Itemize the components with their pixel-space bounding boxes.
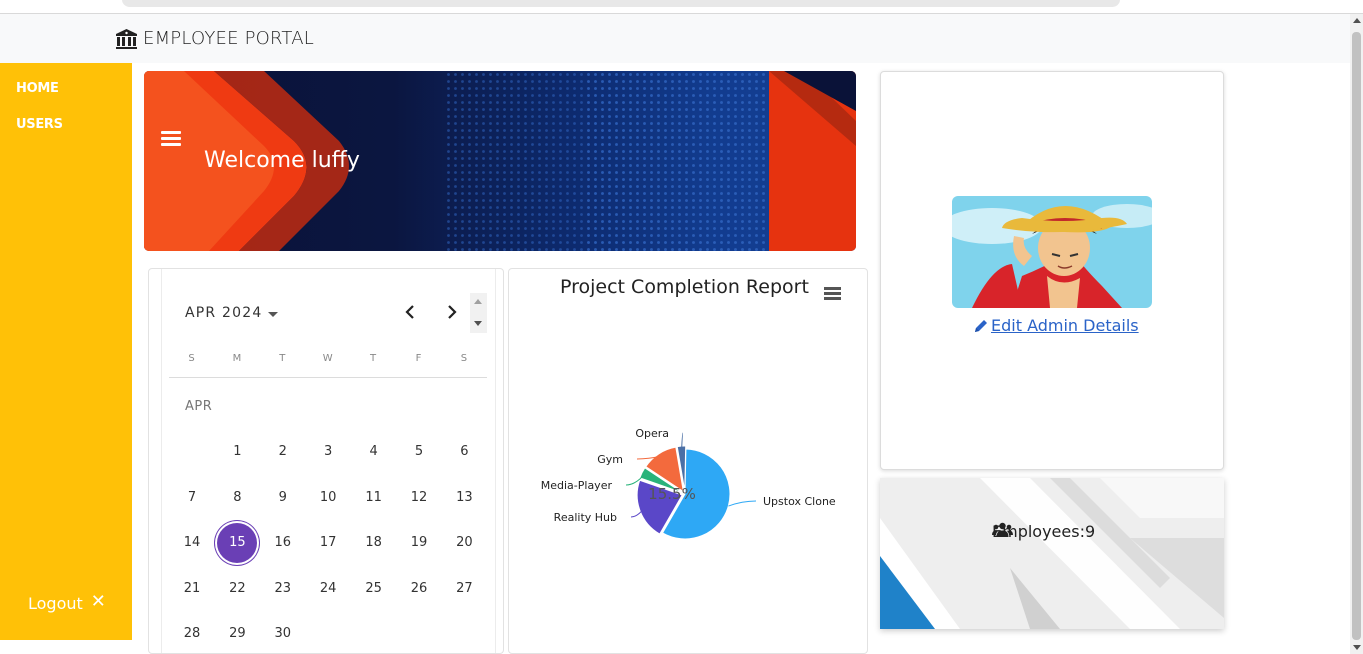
calendar-day[interactable]: 25 <box>354 569 394 609</box>
admin-card: Edit Admin Details <box>880 71 1224 470</box>
page-scrollbar[interactable] <box>1350 14 1363 654</box>
calendar-day[interactable]: 13 <box>444 478 484 518</box>
logout-label: Logout <box>28 594 83 613</box>
users-icon <box>992 522 1013 537</box>
calendar-card: APR 2024 SMTWTFS APR 1 2 3 4 5 6 7 8 9 10 11 12 13 14… <box>148 268 504 654</box>
calendar-day[interactable]: 4 <box>354 432 394 472</box>
month-label: APR 2024 <box>185 305 263 321</box>
weekday-label: T <box>370 353 377 364</box>
edit-admin-label: Edit Admin Details <box>991 316 1139 335</box>
admin-avatar <box>952 196 1152 308</box>
chevron-left-icon[interactable] <box>402 303 418 321</box>
weekday-label: T <box>279 353 286 364</box>
weekday-label: S <box>460 353 468 364</box>
project-report-card: Upstox Clone Reality Hub Media-Player Gym Op… <box>508 268 868 654</box>
slice-label: Gym <box>597 453 623 466</box>
calendar-day[interactable]: 21 <box>172 569 212 609</box>
browser-chrome <box>0 0 1363 14</box>
close-icon: ✕ <box>90 590 106 612</box>
calendar-day[interactable]: 29 <box>217 614 257 653</box>
logout-button[interactable]: Logout ✕ <box>28 590 106 614</box>
calendar-day[interactable]: 12 <box>399 478 439 518</box>
sidebar-item-users[interactable]: USERS <box>16 117 63 132</box>
calendar-day[interactable]: 19 <box>399 523 439 563</box>
weekday-label: M <box>232 353 242 364</box>
calendar-day[interactable]: 22 <box>217 569 257 609</box>
top-navbar: EMPLOYEE PORTAL <box>0 14 1350 63</box>
calendar-scrollbar[interactable] <box>470 293 487 333</box>
calendar-day[interactable]: 8 <box>217 478 257 518</box>
calendar-day[interactable]: 2 <box>263 432 303 472</box>
calendar-day[interactable]: 9 <box>263 478 303 518</box>
scroll-up-arrow-icon[interactable] <box>1353 18 1361 23</box>
calendar-day[interactable]: 1 <box>217 432 257 472</box>
scroll-down-arrow-icon[interactable] <box>1353 645 1361 650</box>
slice-label: Upstox Clone <box>763 495 836 508</box>
calendar-day[interactable]: 24 <box>308 569 348 609</box>
edit-admin-link[interactable]: Edit Admin Details <box>973 316 1139 335</box>
weekday-label: F <box>415 353 422 364</box>
calendar-day[interactable]: 6 <box>444 432 484 472</box>
slice-label: Media-Player <box>541 479 613 492</box>
employee-count: Employees:9 <box>992 522 1095 541</box>
employees-card: Employees:9 <box>880 478 1224 629</box>
scroll-thumb[interactable] <box>1352 32 1361 640</box>
weekday-header: SMTWTFS <box>169 353 487 369</box>
chart-title: Project Completion Report <box>560 276 809 298</box>
divider <box>169 377 487 378</box>
month-selector[interactable]: APR 2024 <box>185 305 279 321</box>
brand-title: EMPLOYEE PORTAL <box>143 28 314 49</box>
address-bar[interactable] <box>122 0 1120 7</box>
calendar-day-selected[interactable]: 15 <box>217 523 258 563</box>
building-icon <box>116 28 137 49</box>
welcome-banner: Welcome luffy <box>144 71 856 251</box>
center-label: 15.5% <box>648 485 696 503</box>
calendar-day[interactable]: 27 <box>444 569 484 609</box>
calendar-day[interactable]: 11 <box>354 478 394 518</box>
calendar-day[interactable]: 5 <box>399 432 439 472</box>
calendar-day[interactable]: 18 <box>354 523 394 563</box>
divider <box>161 269 162 653</box>
calendar-day[interactable]: 23 <box>263 569 303 609</box>
calendar-day[interactable]: 28 <box>172 614 212 653</box>
calendar-day[interactable]: 30 <box>263 614 303 653</box>
calendar-day[interactable]: 20 <box>444 523 484 563</box>
pencil-icon <box>975 319 987 332</box>
sidebar-item-home[interactable]: HOME <box>16 81 59 96</box>
scroll-down-arrow-icon[interactable] <box>474 321 482 326</box>
calendar-day[interactable]: 17 <box>308 523 348 563</box>
divider <box>495 269 496 653</box>
calendar-day[interactable]: 16 <box>263 523 303 563</box>
calendar-day[interactable]: 14 <box>172 523 212 563</box>
caret-down-icon <box>268 311 279 317</box>
chevron-right-icon[interactable] <box>444 303 460 321</box>
calendar-day[interactable]: 3 <box>308 432 348 472</box>
calendar-day[interactable]: 10 <box>308 478 348 518</box>
weekday-label: W <box>322 353 333 364</box>
brand[interactable]: EMPLOYEE PORTAL <box>116 28 314 49</box>
menu-icon[interactable] <box>824 287 841 300</box>
calendar-day[interactable]: 26 <box>399 569 439 609</box>
menu-toggle-icon[interactable] <box>161 131 181 147</box>
welcome-text: Welcome luffy <box>204 148 360 173</box>
weekday-label: S <box>188 353 195 364</box>
month-section-label: APR <box>185 399 213 414</box>
scroll-up-arrow-icon[interactable] <box>474 299 482 304</box>
pie-chart: Upstox Clone Reality Hub Media-Player Gym Op… <box>541 427 836 540</box>
card-background <box>880 478 1224 629</box>
sidebar: HOME USERS Logout ✕ <box>0 63 132 640</box>
slice-label: Reality Hub <box>554 511 617 524</box>
leader-line <box>728 500 757 507</box>
calendar-day[interactable]: 7 <box>172 478 212 518</box>
slice-label: Opera <box>635 427 669 440</box>
